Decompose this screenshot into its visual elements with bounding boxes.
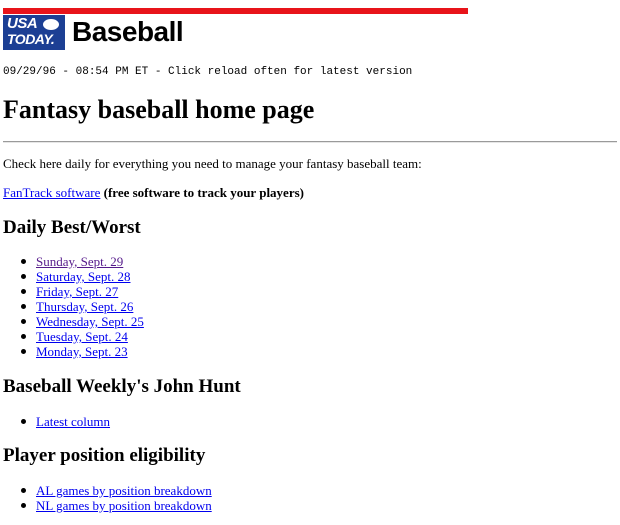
intro-text: Check here daily for everything you need…	[3, 156, 422, 171]
list-item: AL games by position breakdown	[0, 483, 212, 498]
list-item: Saturday, Sept. 28	[0, 269, 144, 284]
list-item: Wednesday, Sept. 25	[0, 314, 144, 329]
position-eligibility-heading: Player position eligibility	[3, 445, 206, 466]
daily-link-thursday[interactable]: Thursday, Sept. 26	[36, 299, 133, 314]
al-breakdown-link[interactable]: AL games by position breakdown	[36, 483, 212, 498]
position-eligibility-list: AL games by position breakdown NL games …	[0, 483, 212, 513]
horizontal-rule	[3, 141, 617, 143]
fantrack-note: (free software to track your players)	[103, 185, 304, 200]
daily-best-worst-heading: Daily Best/Worst	[3, 217, 141, 238]
list-item: Sunday, Sept. 29	[0, 254, 144, 269]
john-hunt-heading: Baseball Weekly's John Hunt	[3, 376, 241, 397]
bullet-icon	[21, 503, 26, 508]
bullet-icon	[21, 304, 26, 309]
bullet-icon	[21, 488, 26, 493]
list-item: Tuesday, Sept. 24	[0, 329, 144, 344]
daily-link-saturday[interactable]: Saturday, Sept. 28	[36, 269, 130, 284]
fantrack-link[interactable]: FanTrack software	[3, 185, 100, 200]
usa-today-logo[interactable]: USA TODAY.	[3, 15, 65, 50]
daily-link-friday[interactable]: Friday, Sept. 27	[36, 284, 118, 299]
list-item: Friday, Sept. 27	[0, 284, 144, 299]
header-red-bar	[3, 8, 468, 14]
page: USA TODAY. Baseball 09/29/96 - 08:54 PM …	[0, 0, 620, 525]
logo-text-line2: TODAY.	[7, 31, 55, 47]
daily-link-sunday[interactable]: Sunday, Sept. 29	[36, 254, 123, 269]
bullet-icon	[21, 334, 26, 339]
timestamp: 09/29/96 - 08:54 PM ET - Click reload of…	[3, 66, 413, 78]
bullet-icon	[21, 289, 26, 294]
fantrack-line: FanTrack software (free software to trac…	[3, 185, 304, 201]
john-hunt-list: Latest column	[0, 414, 110, 429]
logo-globe-icon	[43, 19, 59, 30]
list-item: Monday, Sept. 23	[0, 344, 144, 359]
list-item: Latest column	[0, 414, 110, 429]
daily-link-wednesday[interactable]: Wednesday, Sept. 25	[36, 314, 144, 329]
nl-breakdown-link[interactable]: NL games by position breakdown	[36, 498, 212, 513]
list-item: NL games by position breakdown	[0, 498, 212, 513]
list-item: Thursday, Sept. 26	[0, 299, 144, 314]
latest-column-link[interactable]: Latest column	[36, 414, 110, 429]
daily-best-worst-list: Sunday, Sept. 29 Saturday, Sept. 28 Frid…	[0, 254, 144, 359]
page-title: Fantasy baseball home page	[3, 95, 315, 124]
bullet-icon	[21, 419, 26, 424]
bullet-icon	[21, 259, 26, 264]
bullet-icon	[21, 274, 26, 279]
bullet-icon	[21, 319, 26, 324]
section-title: Baseball	[72, 16, 184, 47]
logo-text-line1: USA	[7, 15, 38, 32]
bullet-icon	[21, 349, 26, 354]
daily-link-tuesday[interactable]: Tuesday, Sept. 24	[36, 329, 128, 344]
daily-link-monday[interactable]: Monday, Sept. 23	[36, 344, 128, 359]
